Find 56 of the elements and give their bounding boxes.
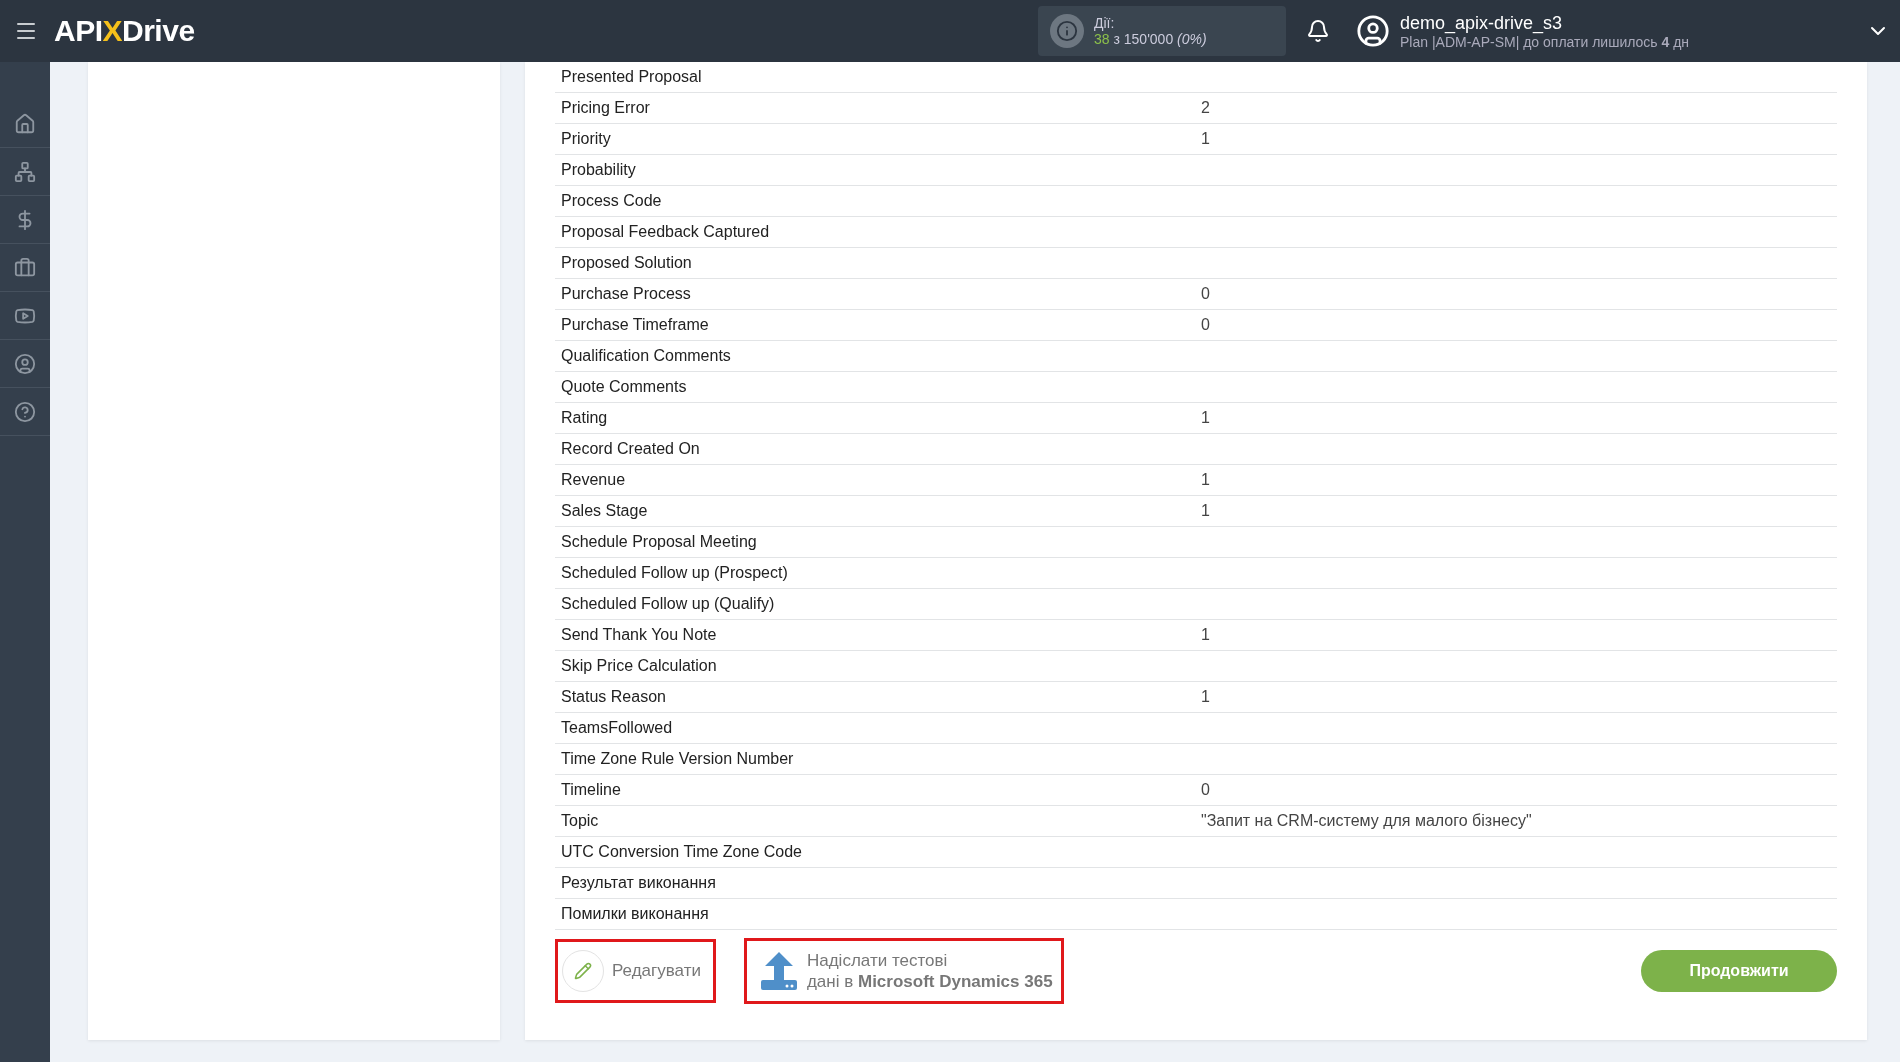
field-value: 1 (1201, 471, 1211, 489)
field-name: Status Reason (561, 688, 667, 706)
field-name: Proposal Feedback Captured (561, 223, 771, 241)
field-name: UTC Conversion Time Zone Code (561, 843, 803, 861)
field-name: Scheduled Follow up (Qualify) (561, 595, 776, 613)
field-value: 0 (1201, 316, 1211, 334)
upload-icon (758, 950, 799, 992)
field-name: Schedule Proposal Meeting (561, 533, 758, 551)
bell-icon[interactable] (1306, 19, 1330, 43)
field-name: Priority (561, 130, 612, 148)
field-value: "Запит на CRM-систему для малого бізнесу" (1201, 812, 1533, 830)
field-name: Proposed Solution (561, 254, 693, 272)
field-name: TeamsFollowed (561, 719, 674, 737)
field-name: Purchase Process (561, 285, 692, 303)
usage-label: Дії: (1094, 15, 1116, 31)
field-name: Purchase Timeframe (561, 316, 710, 334)
field-value: 2 (1201, 99, 1211, 117)
field-name: Quote Comments (561, 378, 688, 396)
help-icon[interactable] (14, 400, 36, 423)
field-name: Revenue (561, 471, 627, 489)
field-name: Record Created On (561, 440, 701, 458)
field-name: Topic (561, 812, 600, 830)
edit-button[interactable]: Редагувати (555, 939, 716, 1003)
field-name: Send Thank You Note (561, 626, 718, 644)
field-name: Результат виконання (561, 874, 717, 892)
field-name: Qualification Comments (561, 347, 732, 365)
field-name: Probability (561, 161, 637, 179)
send-test-data-button[interactable]: Надіслати тестові дані в Microsoft Dynamics 365 (743, 938, 1064, 1004)
sitemap-icon[interactable] (14, 160, 36, 183)
field-value: 0 (1201, 781, 1211, 799)
field-name: Process Code (561, 192, 663, 210)
field-value: 1 (1201, 130, 1211, 148)
field-name: Sales Stage (561, 502, 649, 520)
field-name: Timeline (561, 781, 622, 799)
field-name: Time Zone Rule Version Number (561, 750, 795, 768)
field-value: 0 (1201, 285, 1211, 303)
field-name: Scheduled Follow up (Prospect) (561, 564, 789, 582)
user-icon[interactable] (14, 352, 36, 375)
logo: APIXDrive (54, 14, 195, 48)
avatar-icon[interactable] (1356, 14, 1390, 48)
field-value: 1 (1201, 626, 1211, 644)
briefcase-icon[interactable] (14, 256, 36, 279)
field-name: Presented Proposal (561, 68, 703, 86)
field-name: Pricing Error (561, 99, 651, 117)
usage-count: 38 з 150'000 (0%) (1094, 31, 1207, 47)
home-icon[interactable] (14, 112, 36, 135)
info-icon (1050, 14, 1084, 48)
continue-button[interactable]: Продовжити (1641, 950, 1837, 992)
field-value: 1 (1201, 688, 1211, 706)
plan-info: Plan |ADM-AP-SM| до оплати лишилось 4 дн (1400, 33, 1690, 50)
field-value: 1 (1201, 502, 1211, 520)
user-name: demo_apix-drive_s3 (1400, 12, 1564, 34)
field-value: 1 (1201, 409, 1211, 427)
field-name: Помилки виконання (561, 905, 710, 923)
field-name: Skip Price Calculation (561, 657, 718, 675)
field-name: Rating (561, 409, 609, 427)
